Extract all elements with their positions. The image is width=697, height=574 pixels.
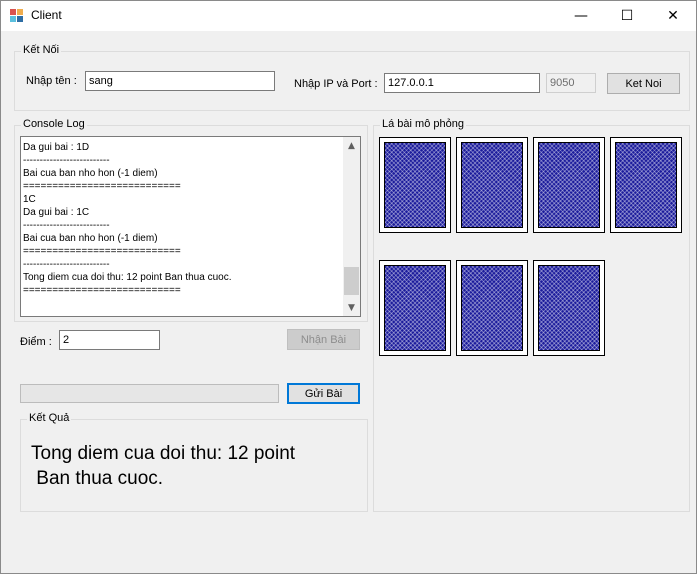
card-back-pattern xyxy=(384,265,446,351)
card-back-5[interactable] xyxy=(379,260,451,356)
minimize-button[interactable]: — xyxy=(558,1,604,31)
app-icon xyxy=(10,9,24,23)
port-input[interactable]: 9050 xyxy=(546,73,596,93)
card-back-1[interactable] xyxy=(379,137,451,233)
scroll-thumb[interactable] xyxy=(344,267,359,295)
card-back-2[interactable] xyxy=(456,137,528,233)
send-card-button[interactable]: Gửi Bài xyxy=(287,383,360,404)
card-back-pattern xyxy=(538,265,600,351)
cards-group-label: Lá bài mô phỏng xyxy=(380,118,466,130)
card-back-pattern xyxy=(461,265,523,351)
card-back-3[interactable] xyxy=(533,137,605,233)
minimize-icon: — xyxy=(574,8,588,24)
name-label: Nhập tên : xyxy=(26,75,77,87)
close-button[interactable]: ✕ xyxy=(650,1,696,31)
send-input[interactable] xyxy=(20,384,279,403)
card-back-6[interactable] xyxy=(456,260,528,356)
connection-group-label: Kết Nối xyxy=(21,44,62,56)
draw-card-button[interactable]: Nhận Bài xyxy=(287,329,360,350)
close-icon: ✕ xyxy=(667,8,679,24)
connect-button[interactable]: Ket Noi xyxy=(607,73,680,94)
scroll-up-icon[interactable]: ▲ xyxy=(343,137,360,154)
window-title: Client xyxy=(31,8,62,22)
card-back-pattern xyxy=(461,142,523,228)
score-label: Điểm : xyxy=(20,336,52,348)
name-input[interactable]: sang xyxy=(85,71,275,91)
card-back-pattern xyxy=(538,142,600,228)
scroll-down-icon[interactable]: ▼ xyxy=(343,299,360,316)
card-back-pattern xyxy=(615,142,677,228)
console-scrollbar[interactable]: ▲ ▼ xyxy=(343,137,360,316)
result-group-label: Kết Quả xyxy=(27,412,72,424)
maximize-icon: ☐ xyxy=(620,8,634,24)
title-bar[interactable]: Client — ☐ ✕ xyxy=(1,1,696,31)
score-input[interactable]: 2 xyxy=(59,330,160,350)
card-back-4[interactable] xyxy=(610,137,682,233)
card-back-pattern xyxy=(384,142,446,228)
result-text: Tong diem cua doi thu: 12 point Ban thua… xyxy=(31,443,296,489)
maximize-button[interactable]: ☐ xyxy=(604,1,650,31)
card-back-7[interactable] xyxy=(533,260,605,356)
ip-input[interactable]: 127.0.0.1 xyxy=(384,73,540,93)
console-log-text: Da gui bai : 1D ------------------------… xyxy=(23,142,232,296)
ipport-label: Nhập IP và Port : xyxy=(294,78,378,90)
client-window: Client — ☐ ✕ Kết Nối Nhập tên : sang Nhậ… xyxy=(0,0,697,574)
console-log[interactable]: Da gui bai : 1D ------------------------… xyxy=(20,136,361,317)
console-group-label: Console Log xyxy=(21,118,87,130)
